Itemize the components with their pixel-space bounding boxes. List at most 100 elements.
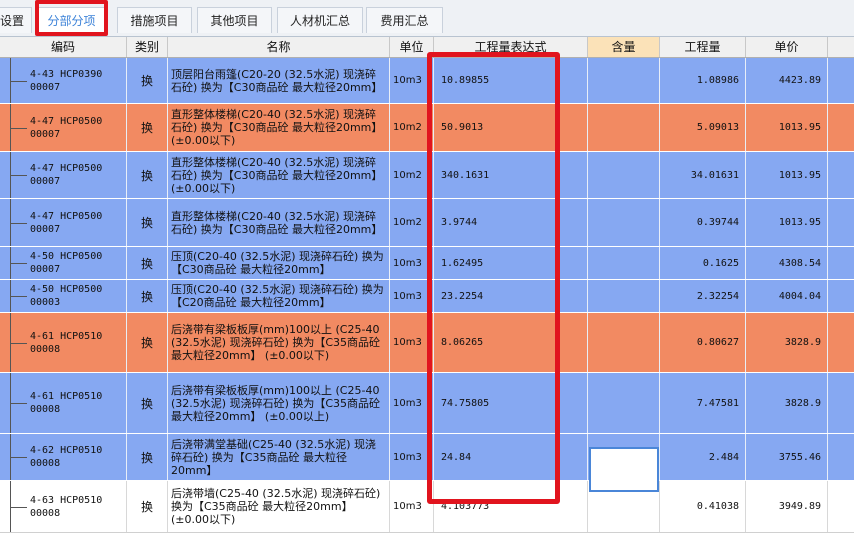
tab-other-items[interactable]: 其他项目 [197, 7, 272, 33]
col-header-type[interactable]: 类别 [127, 37, 168, 57]
type-cell[interactable]: 换 [127, 373, 168, 433]
quantity-cell[interactable]: 2.32254 [660, 280, 746, 312]
unit-price-cell[interactable]: 3949.89 [746, 481, 828, 532]
tree-line [10, 434, 27, 480]
unit-price-cell[interactable]: 4423.89 [746, 58, 828, 103]
extra-cell [828, 280, 854, 312]
type-cell[interactable]: 换 [127, 313, 168, 372]
content-cell[interactable] [588, 247, 660, 279]
code-cell-text: 4-47 HCP0500 00007 [30, 115, 103, 140]
type-cell[interactable]: 换 [127, 247, 168, 279]
extra-cell [828, 104, 854, 151]
type-cell-text: 换 [140, 121, 153, 135]
col-header-code[interactable]: 编码 [0, 37, 127, 57]
quantity-cell-text: 7.47581 [696, 397, 739, 409]
name-cell[interactable]: 顶层阳台雨篷(C20-20 (32.5水泥) 现浇碎石砼) 换为【C30商品砼 … [168, 58, 390, 103]
content-cell[interactable] [588, 373, 660, 433]
unit-price-cell-text: 1013.95 [778, 122, 821, 133]
tab-cost-summary[interactable]: 费用汇总 [366, 7, 443, 33]
code-cell[interactable]: 4-43 HCP0390 00007 [0, 58, 127, 103]
code-cell[interactable]: 4-47 HCP0500 00007 [0, 152, 127, 198]
name-cell-text: 后浇带墙(C25-40 (32.5水泥) 现浇碎石砼) 换为【C35商品砼 最大… [171, 487, 381, 526]
quantity-cell-text: 34.01631 [690, 169, 739, 181]
unit-price-cell[interactable]: 1013.95 [746, 104, 828, 151]
name-cell-text: 后浇带满堂基础(C25-40 (32.5水泥) 现浇碎石砼) 换为【C35商品砼… [171, 437, 377, 477]
content-cell[interactable] [588, 199, 660, 246]
content-cell[interactable] [588, 280, 660, 312]
quantity-cell[interactable]: 2.484 [660, 434, 746, 480]
type-cell[interactable]: 换 [127, 434, 168, 480]
unit-price-cell[interactable]: 3828.9 [746, 313, 828, 372]
col-header-content[interactable]: 含量 [588, 37, 660, 57]
quantity-cell[interactable]: 0.39744 [660, 199, 746, 246]
unit-price-cell[interactable]: 3828.9 [746, 373, 828, 433]
unit-price-cell-text: 4308.54 [778, 257, 821, 269]
type-cell[interactable]: 换 [127, 481, 168, 532]
quantity-cell[interactable]: 5.09013 [660, 104, 746, 151]
code-cell[interactable]: 4-63 HCP0510 00008 [0, 481, 127, 532]
quantity-cell[interactable]: 0.41038 [660, 481, 746, 532]
unit-price-cell-text: 1013.95 [778, 169, 821, 181]
tree-line [10, 313, 27, 372]
unit-cell-text: 10m2 [393, 217, 422, 228]
active-tab-highlight [35, 0, 108, 36]
col-header-quantity[interactable]: 工程量 [660, 37, 746, 57]
content-cell[interactable] [588, 313, 660, 372]
unit-price-cell[interactable]: 1013.95 [746, 199, 828, 246]
col-header-unit-price[interactable]: 单价 [746, 37, 828, 57]
name-cell[interactable]: 压顶(C20-40 (32.5水泥) 现浇碎石砼) 换为【C20商品砼 最大粒径… [168, 280, 390, 312]
name-cell[interactable]: 直形整体楼梯(C20-40 (32.5水泥) 现浇碎石砼) 换为【C30商品砼 … [168, 104, 390, 151]
code-cell[interactable]: 4-61 HCP0510 00008 [0, 373, 127, 433]
name-cell[interactable]: 后浇带墙(C25-40 (32.5水泥) 现浇碎石砼) 换为【C35商品砼 最大… [168, 481, 390, 532]
extra-cell [828, 373, 854, 433]
tree-line [10, 104, 27, 151]
unit-price-cell[interactable]: 1013.95 [746, 152, 828, 198]
content-cell[interactable] [588, 58, 660, 103]
name-cell-text: 压顶(C20-40 (32.5水泥) 现浇碎石砼) 换为【C20商品砼 最大粒径… [171, 283, 384, 309]
unit-price-cell[interactable]: 4308.54 [746, 247, 828, 279]
code-cell[interactable]: 4-47 HCP0500 00007 [0, 104, 127, 151]
quantity-cell[interactable]: 0.80627 [660, 313, 746, 372]
name-cell-text: 压顶(C20-40 (32.5水泥) 现浇碎石砼) 换为【C30商品砼 最大粒径… [171, 250, 384, 276]
name-cell-text: 直形整体楼梯(C20-40 (32.5水泥) 现浇碎石砼) 换为【C30商品砼 … [171, 209, 383, 236]
name-cell[interactable]: 后浇带有梁板板厚(mm)100以上 (C25-40 (32.5水泥) 现浇碎石砼… [168, 373, 390, 433]
type-cell[interactable]: 换 [127, 104, 168, 151]
type-cell[interactable]: 换 [127, 280, 168, 312]
name-cell[interactable]: 压顶(C20-40 (32.5水泥) 现浇碎石砼) 换为【C30商品砼 最大粒径… [168, 247, 390, 279]
code-cell[interactable]: 4-62 HCP0510 00008 [0, 434, 127, 480]
unit-price-cell[interactable]: 4004.04 [746, 280, 828, 312]
col-header-name[interactable]: 名称 [168, 37, 390, 57]
code-cell[interactable]: 4-50 HCP0500 00003 [0, 280, 127, 312]
quantity-cell-text: 0.80627 [696, 337, 739, 348]
code-cell[interactable]: 4-47 HCP0500 00007 [0, 199, 127, 246]
code-cell[interactable]: 4-61 HCP0510 00008 [0, 313, 127, 372]
content-cell[interactable] [588, 104, 660, 151]
code-cell[interactable]: 4-50 HCP0500 00007 [0, 247, 127, 279]
name-cell[interactable]: 后浇带有梁板板厚(mm)100以上 (C25-40 (32.5水泥) 现浇碎石砼… [168, 313, 390, 372]
type-cell[interactable]: 换 [127, 58, 168, 103]
type-cell[interactable]: 换 [127, 152, 168, 198]
name-cell[interactable]: 直形整体楼梯(C20-40 (32.5水泥) 现浇碎石砼) 换为【C30商品砼 … [168, 199, 390, 246]
content-cell[interactable] [588, 152, 660, 198]
unit-cell-text: 10m3 [393, 397, 422, 409]
name-cell[interactable]: 直形整体楼梯(C20-40 (32.5水泥) 现浇碎石砼) 换为【C30商品砼 … [168, 152, 390, 198]
unit-cell-text: 10m3 [393, 451, 422, 463]
type-cell-text: 换 [140, 168, 153, 183]
quantity-cell[interactable]: 1.08986 [660, 58, 746, 103]
extra-cell [828, 152, 854, 198]
unit-price-cell[interactable]: 3755.46 [746, 434, 828, 480]
name-cell[interactable]: 后浇带满堂基础(C25-40 (32.5水泥) 现浇碎石砼) 换为【C35商品砼… [168, 434, 390, 480]
quantity-cell[interactable]: 7.47581 [660, 373, 746, 433]
tab-measures[interactable]: 措施项目 [117, 7, 192, 33]
type-cell-text: 换 [140, 256, 153, 271]
unit-price-cell-text: 1013.95 [778, 217, 821, 228]
tab-labor-material-summary[interactable]: 人材机汇总 [277, 7, 363, 33]
col-header-extra [828, 37, 854, 57]
tab-settings[interactable]: 设置 [0, 7, 32, 33]
type-cell[interactable]: 换 [127, 199, 168, 246]
quantity-cell[interactable]: 34.01631 [660, 152, 746, 198]
extra-cell [828, 434, 854, 480]
quantity-cell[interactable]: 0.1625 [660, 247, 746, 279]
quantity-cell-text: 1.08986 [696, 75, 739, 86]
selected-content-cell[interactable] [589, 447, 659, 492]
